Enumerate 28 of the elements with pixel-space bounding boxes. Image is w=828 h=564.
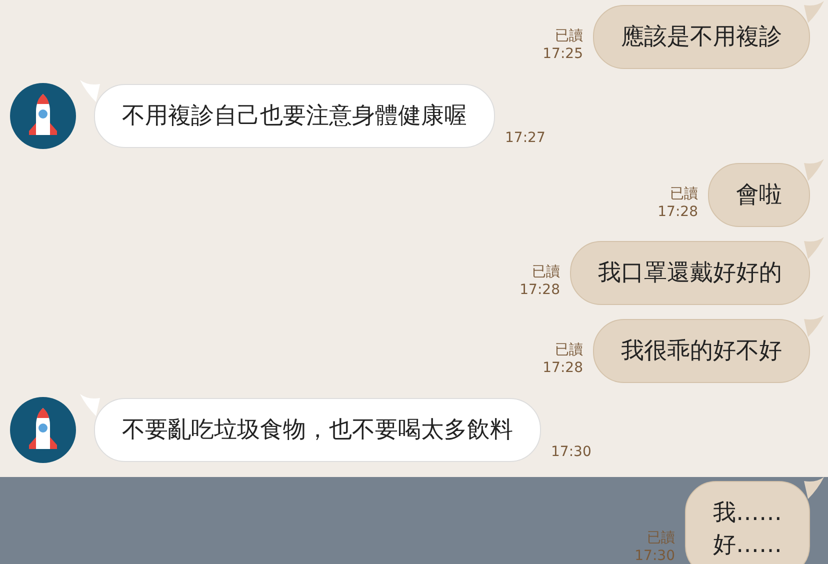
message-time: 17:28 [658,203,698,221]
message-bubble: 我口罩還戴好好的 [570,241,810,305]
read-receipt: 已讀 [532,263,560,281]
read-receipt: 已讀 [647,529,675,547]
bubble-tail [804,237,824,259]
message-bubble: 不用複診自己也要注意身體健康喔 [94,84,495,148]
message-time: 17:28 [520,281,560,299]
message-time: 17:30 [551,443,592,461]
bubble-tail [804,159,824,181]
message-time: 17:25 [542,45,583,63]
bubble-tail [80,394,100,416]
read-receipt: 已讀 [555,341,583,359]
message-time: 17:27 [505,129,546,147]
message-time: 17:28 [542,359,583,377]
read-receipt: 已讀 [670,185,698,203]
rocket-avatar-icon[interactable] [10,83,76,149]
bubble-tail [80,80,100,102]
rocket-avatar-icon[interactable] [10,397,76,463]
bubble-tail [804,1,824,23]
message-bubble: 會啦 [708,163,810,227]
message-bubble: 不要亂吃垃圾食物，也不要喝太多飲料 [94,398,541,462]
message-bubble: 我很乖的好不好 [593,319,810,383]
read-receipt: 已讀 [555,27,583,45]
message-time: 17:30 [634,547,675,564]
message-bubble: 我…… 好…… [685,481,810,564]
message-bubble: 應該是不用複診 [593,5,810,69]
bubble-tail [804,315,824,337]
bubble-tail [804,477,824,499]
